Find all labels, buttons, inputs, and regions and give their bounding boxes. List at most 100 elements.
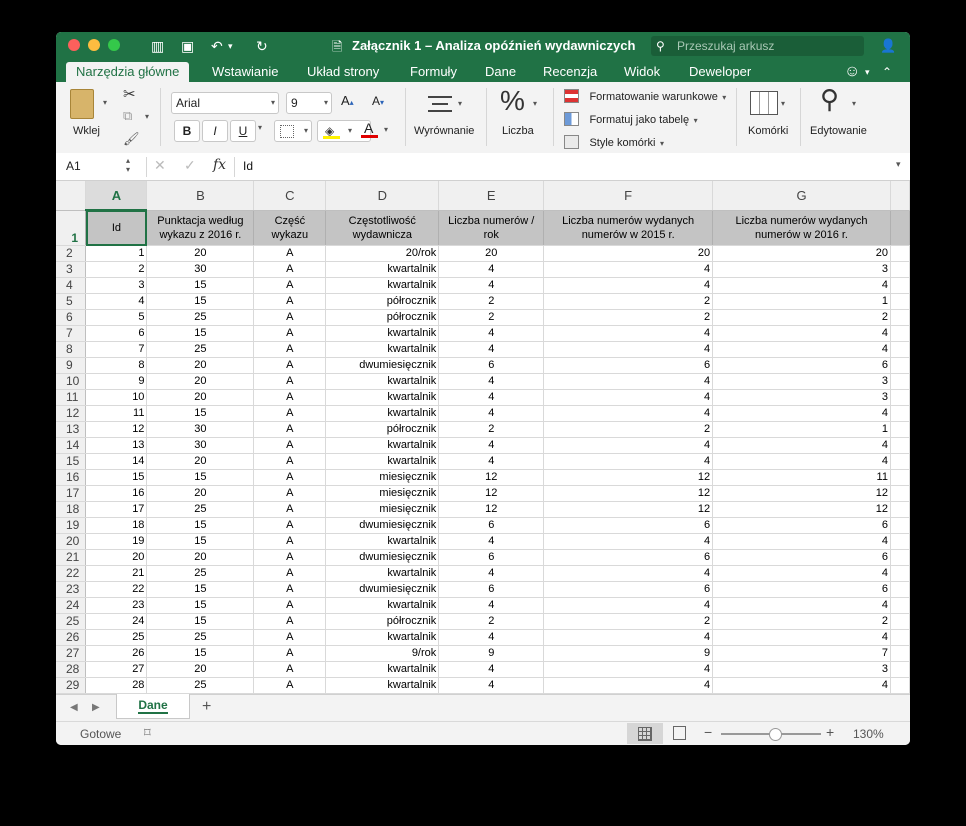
alignment-dropdown-icon[interactable]: ▾ — [458, 99, 462, 108]
empty-cell[interactable] — [890, 469, 910, 486]
cell[interactable]: 28 — [85, 677, 148, 694]
cell[interactable]: miesięcznik — [325, 469, 440, 486]
cell[interactable]: 4 — [712, 341, 891, 358]
cell[interactable]: 5 — [85, 309, 148, 326]
cell[interactable]: 4 — [712, 437, 891, 454]
undo-dropdown-icon[interactable]: ▾ — [228, 37, 233, 55]
cell[interactable]: 9 — [543, 645, 714, 662]
cell[interactable]: półrocznik — [325, 421, 440, 438]
cell[interactable]: 25 — [146, 501, 255, 518]
column-header-f[interactable]: F — [543, 181, 714, 211]
empty-cell[interactable] — [890, 325, 910, 342]
paste-dropdown-icon[interactable]: ▾ — [103, 98, 107, 107]
cell[interactable]: 4 — [438, 629, 545, 646]
cell[interactable]: 4 — [438, 437, 545, 454]
paste-icon[interactable] — [70, 89, 94, 119]
cell[interactable]: 14 — [85, 453, 148, 470]
cell[interactable]: 30 — [146, 261, 255, 278]
cell[interactable]: 12 — [438, 501, 545, 518]
cell[interactable]: 6 — [543, 549, 714, 566]
cell[interactable]: A — [253, 453, 327, 470]
conditional-formatting-button[interactable]: Formatowanie warunkowe ▾ — [564, 87, 726, 105]
cell[interactable]: 15 — [85, 469, 148, 486]
cell[interactable]: A — [253, 405, 327, 422]
cell[interactable]: 3 — [712, 261, 891, 278]
cell[interactable]: 4 — [543, 405, 714, 422]
row-header[interactable]: 27 — [56, 645, 87, 662]
increase-font-size-button[interactable]: A▴ — [341, 93, 354, 108]
cell[interactable]: dwumiesięcznik — [325, 549, 440, 566]
percent-icon[interactable]: % — [500, 85, 525, 117]
cell[interactable]: 15 — [146, 581, 255, 598]
cell[interactable]: 4 — [438, 373, 545, 390]
zoom-window-button[interactable] — [108, 39, 120, 51]
close-window-button[interactable] — [68, 39, 80, 51]
cell[interactable]: 21 — [85, 565, 148, 582]
row-header[interactable]: 12 — [56, 405, 87, 422]
column-header-d[interactable]: D — [325, 181, 440, 211]
row-header[interactable]: 24 — [56, 597, 87, 614]
sidebar-toggle-icon[interactable]: ▥ — [151, 37, 164, 55]
cell[interactable]: 20 — [146, 453, 255, 470]
row-header[interactable]: 3 — [56, 261, 87, 278]
cell[interactable]: A — [253, 581, 327, 598]
cell[interactable]: 4 — [438, 341, 545, 358]
cell[interactable]: 4 — [712, 405, 891, 422]
cell[interactable]: 19 — [85, 533, 148, 550]
row-header[interactable]: 4 — [56, 277, 87, 294]
cell[interactable]: 6 — [438, 357, 545, 374]
empty-cell[interactable] — [890, 549, 910, 566]
cell[interactable]: A — [253, 373, 327, 390]
cell[interactable]: 4 — [712, 453, 891, 470]
font-color-button[interactable]: A ▾ — [354, 120, 396, 140]
empty-cell[interactable] — [890, 597, 910, 614]
tab-data[interactable]: Dane — [485, 62, 516, 82]
alignment-icon[interactable] — [428, 96, 452, 117]
cell[interactable]: 3 — [712, 373, 891, 390]
cell[interactable]: 24 — [85, 613, 148, 630]
cell[interactable]: A — [253, 597, 327, 614]
column-header-a[interactable]: A — [85, 181, 148, 211]
search-input[interactable]: Przeszukaj arkusz — [677, 36, 774, 56]
cell[interactable]: 4 — [712, 325, 891, 342]
cell[interactable]: 6 — [712, 517, 891, 534]
column-header-c[interactable]: C — [253, 181, 327, 211]
save-icon[interactable]: ▣ — [181, 37, 194, 55]
cell[interactable]: 9/rok — [325, 645, 440, 662]
empty-cell[interactable] — [890, 437, 910, 454]
cell[interactable]: 2 — [85, 261, 148, 278]
cells-dropdown-icon[interactable]: ▾ — [781, 99, 785, 108]
cell[interactable]: 20 — [85, 549, 148, 566]
normal-view-button[interactable] — [627, 723, 663, 744]
cell[interactable]: 4 — [712, 533, 891, 550]
cell[interactable]: A — [253, 357, 327, 374]
cell-styles-button[interactable]: Style komórki ▾ — [564, 133, 664, 151]
row-header[interactable]: 13 — [56, 421, 87, 438]
empty-cell[interactable] — [890, 389, 910, 406]
copy-icon[interactable]: ⧉ — [123, 108, 132, 124]
function-icon[interactable]: fx — [213, 157, 226, 173]
cell[interactable]: 4 — [438, 565, 545, 582]
cell[interactable]: 4 — [543, 533, 714, 550]
cell[interactable]: kwartalnik — [325, 629, 440, 646]
tab-page-layout[interactable]: Układ strony — [307, 62, 379, 82]
cell[interactable]: 6 — [543, 357, 714, 374]
cell[interactable]: 4 — [85, 293, 148, 310]
zoom-in-icon[interactable]: + — [826, 724, 834, 740]
cell[interactable]: 4 — [543, 677, 714, 694]
cell[interactable]: kwartalnik — [325, 373, 440, 390]
cell[interactable]: 4 — [543, 389, 714, 406]
cut-icon[interactable]: ✂ — [123, 85, 136, 103]
cell[interactable]: 25 — [146, 629, 255, 646]
tab-developer[interactable]: Deweloper — [689, 62, 751, 82]
cell[interactable]: A — [253, 245, 327, 262]
empty-cell[interactable] — [890, 421, 910, 438]
cell[interactable]: 3 — [85, 277, 148, 294]
cell[interactable]: 4 — [438, 453, 545, 470]
cell[interactable]: A — [253, 613, 327, 630]
row-header[interactable]: 7 — [56, 325, 87, 342]
cell[interactable]: 20/rok — [325, 245, 440, 262]
empty-cell[interactable] — [890, 533, 910, 550]
header-cell[interactable]: Liczba numerów wydanych numerów w 2016 r… — [712, 210, 891, 246]
cell[interactable]: A — [253, 293, 327, 310]
